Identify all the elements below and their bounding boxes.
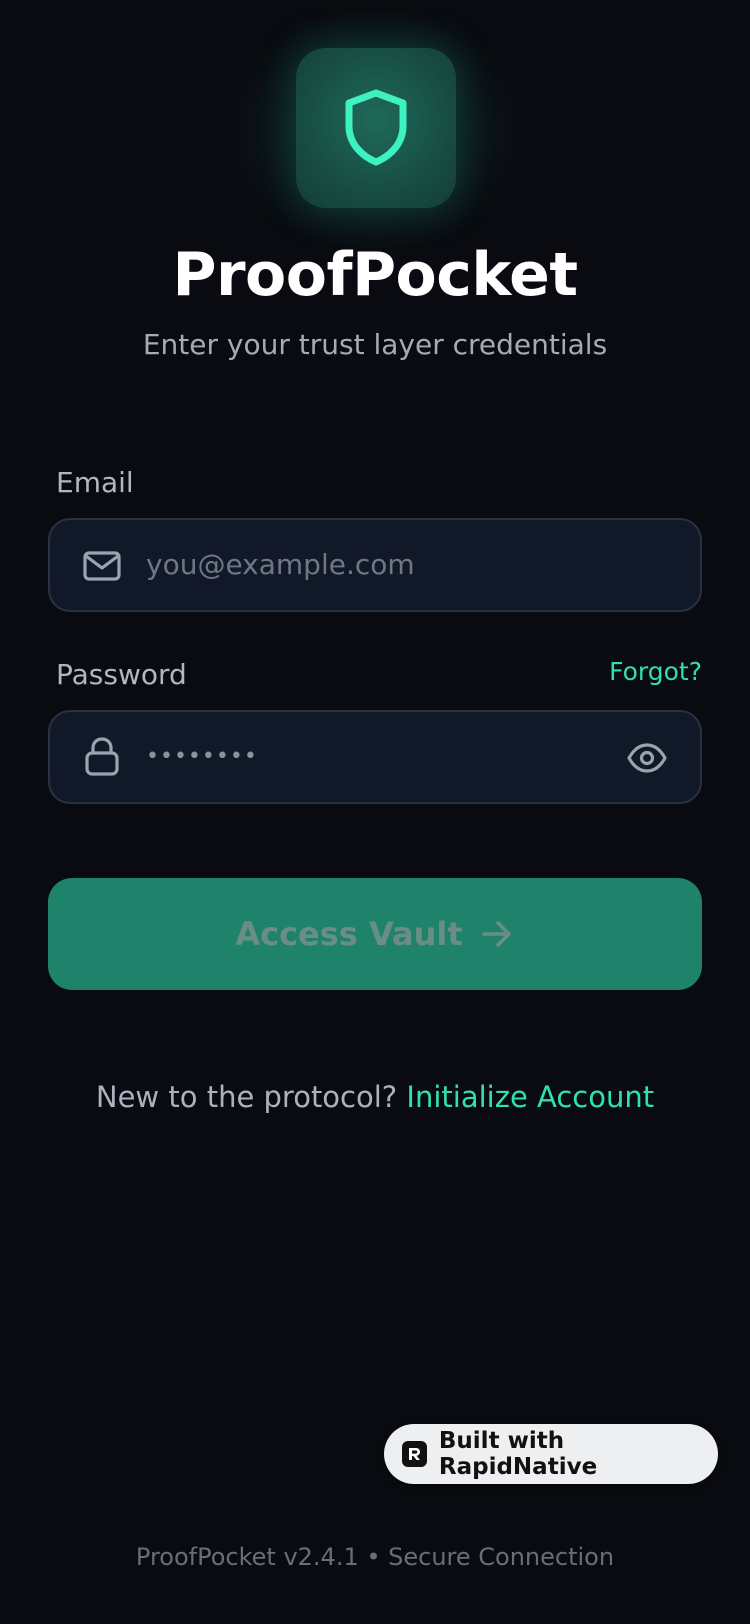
email-field[interactable]: you@example.com — [48, 518, 702, 612]
forgot-password-link[interactable]: Forgot? — [609, 657, 702, 686]
badge-label: Built with RapidNative — [438, 1428, 598, 1480]
app-subtitle: Enter your trust layer credentials — [142, 328, 608, 361]
password-field[interactable]: •••••••• — [48, 710, 702, 804]
email-label: Email — [56, 466, 134, 499]
eye-icon[interactable] — [626, 737, 668, 779]
built-with-badge[interactable]: Built with RapidNative — [384, 1424, 718, 1484]
rapidnative-mark-icon — [409, 1448, 421, 1460]
initialize-account-link[interactable]: Initialize Account — [406, 1080, 654, 1114]
app-logo — [296, 48, 456, 208]
mail-icon — [83, 551, 121, 581]
password-label: Password — [56, 658, 187, 691]
arrow-right-icon — [481, 921, 511, 947]
access-vault-button[interactable]: Access Vault — [48, 878, 702, 990]
signup-prompt: New to the protocol? Initialize Account — [0, 1080, 750, 1114]
rapidnative-logo-icon — [402, 1441, 427, 1467]
access-vault-label: Access Vault — [235, 915, 463, 953]
login-screen: ProofPocket Enter your trust layer crede… — [0, 0, 750, 1624]
password-input[interactable]: •••••••• — [146, 712, 258, 802]
shield-icon — [345, 89, 407, 166]
email-input[interactable]: you@example.com — [146, 520, 415, 610]
signup-prompt-text: New to the protocol? — [95, 1080, 398, 1114]
footer-version: ProofPocket v2.4.1 • Secure Connection — [135, 1543, 615, 1571]
app-title: ProofPocket — [172, 240, 578, 310]
lock-icon — [85, 737, 119, 776]
